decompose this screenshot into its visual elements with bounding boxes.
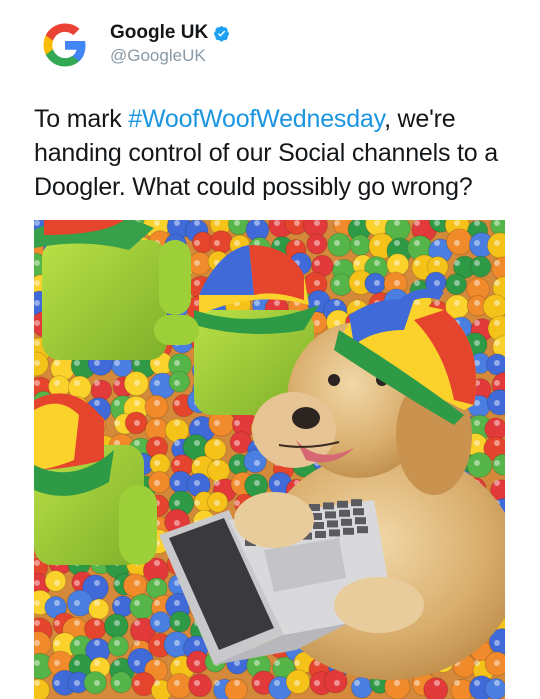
tweet-body: To mark #WoofWoofWednesday, we're handin…	[34, 102, 514, 204]
hashtag-link[interactable]: #WoofWoofWednesday	[128, 105, 384, 133]
author-info[interactable]: Google UK @GoogleUK	[110, 22, 230, 67]
author-display-name[interactable]: Google UK	[110, 22, 230, 44]
author-name-text[interactable]: Google UK	[110, 22, 208, 44]
dog-in-ball-pit-photo-icon	[34, 220, 505, 699]
tweet-text-prefix: To mark	[34, 105, 129, 133]
google-g-logo-icon[interactable]	[40, 20, 90, 70]
verified-badge-icon	[213, 25, 230, 42]
tweet-media-photo[interactable]	[34, 220, 505, 699]
author-handle[interactable]: @GoogleUK	[110, 45, 230, 67]
tweet-header: Google UK @GoogleUK	[0, 0, 540, 90]
tweet-card: Google UK @GoogleUK To mark #WoofWoofWed…	[0, 0, 540, 699]
